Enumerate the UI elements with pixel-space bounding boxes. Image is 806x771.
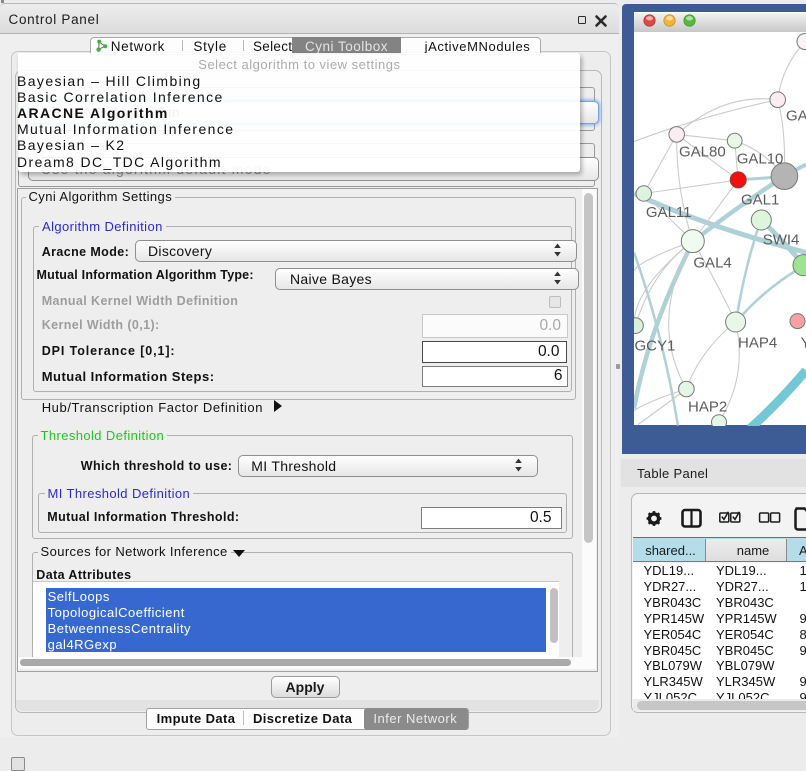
svg-text:Y: Y <box>801 334 806 351</box>
svg-text:GAL10: GAL10 <box>737 150 784 167</box>
svg-text:HAP4: HAP4 <box>738 334 777 351</box>
svg-text:GAL1: GAL1 <box>741 191 779 208</box>
svg-text:GAL80: GAL80 <box>679 143 726 160</box>
svg-text:SWI4: SWI4 <box>763 231 800 248</box>
svg-text:GAL11: GAL11 <box>646 204 692 221</box>
svg-text:GCY1: GCY1 <box>635 337 676 354</box>
svg-text:GAL: GAL <box>786 107 806 124</box>
svg-text:GAL4: GAL4 <box>693 254 731 271</box>
svg-text:HAP2: HAP2 <box>688 398 727 415</box>
